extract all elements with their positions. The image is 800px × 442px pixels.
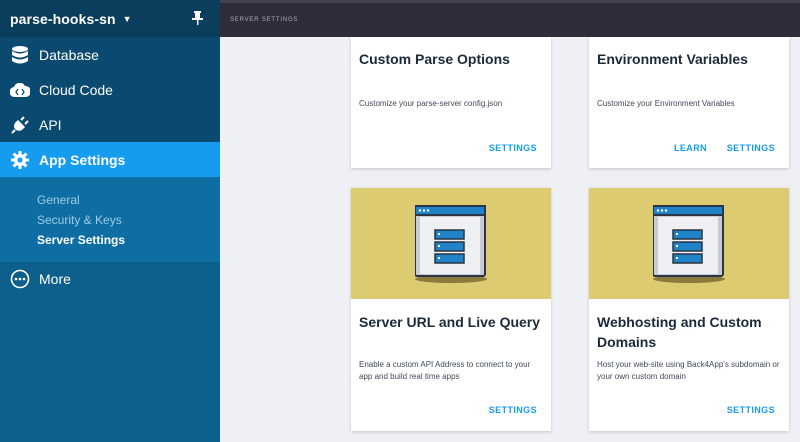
server-window-icon [415,205,487,283]
settings-button[interactable]: SETTINGS [727,143,775,153]
plug-icon [10,115,30,135]
app-settings-subnav: General Security & Keys Server Settings [0,177,220,262]
sidebar-item-cloud-code[interactable]: Cloud Code [0,72,220,107]
card-environment-variables: Environment Variables Customize your Env… [589,37,789,168]
more-icon [10,269,30,289]
card-custom-parse-options: Custom Parse Options Customize your pars… [351,37,551,168]
database-icon [10,45,30,65]
sidebar-item-api[interactable]: API [0,107,220,142]
card-illustration [589,188,789,299]
sidebar-item-app-settings[interactable]: App Settings [0,142,220,177]
sidebar-item-label: More [39,270,71,287]
card-description: Host your web-site using Back4App's subd… [597,360,780,381]
card-illustration [351,188,551,299]
sidebar-item-label: API [39,116,62,133]
card-server-url-live-query: Server URL and Live Query Enable a custo… [351,188,551,431]
sidebar-item-label: App Settings [39,151,126,168]
settings-button[interactable]: SETTINGS [727,405,775,415]
top-bar: SERVER SETTINGS [220,0,800,37]
card-title: Environment Variables [597,51,748,67]
sidebar: parse-hooks-sn ▼ Database Cloud Code API… [0,0,220,442]
card-webhosting-custom-domains: Webhosting and Custom Domains Host your … [589,188,789,431]
learn-button[interactable]: LEARN [674,143,707,153]
sidebar-item-database[interactable]: Database [0,37,220,72]
subnav-server-settings[interactable]: Server Settings [37,233,125,247]
app-name: parse-hooks-sn [10,10,116,27]
breadcrumb: SERVER SETTINGS [230,17,299,23]
server-window-icon [653,205,725,283]
sidebar-item-label: Cloud Code [39,81,113,98]
app-selector[interactable]: parse-hooks-sn ▼ [0,0,220,37]
chevron-down-icon: ▼ [122,13,132,24]
card-description: Customize your parse-server config.json [359,99,503,108]
pin-icon[interactable] [192,11,203,25]
card-description: Enable a custom API Address to connect t… [359,360,531,381]
gear-icon [10,150,30,170]
cloud-code-icon [10,80,30,100]
card-title: Custom Parse Options [359,51,510,67]
settings-button[interactable]: SETTINGS [489,143,537,153]
sidebar-item-label: Database [39,46,99,63]
subnav-general[interactable]: General [37,193,80,207]
card-title: Server URL and Live Query [359,314,541,330]
settings-button[interactable]: SETTINGS [489,405,537,415]
card-title: Webhosting and Custom Domains [597,314,762,350]
card-description: Customize your Environment Variables [597,99,735,108]
subnav-security-keys[interactable]: Security & Keys [37,213,122,227]
sidebar-item-more[interactable]: More [0,261,220,296]
